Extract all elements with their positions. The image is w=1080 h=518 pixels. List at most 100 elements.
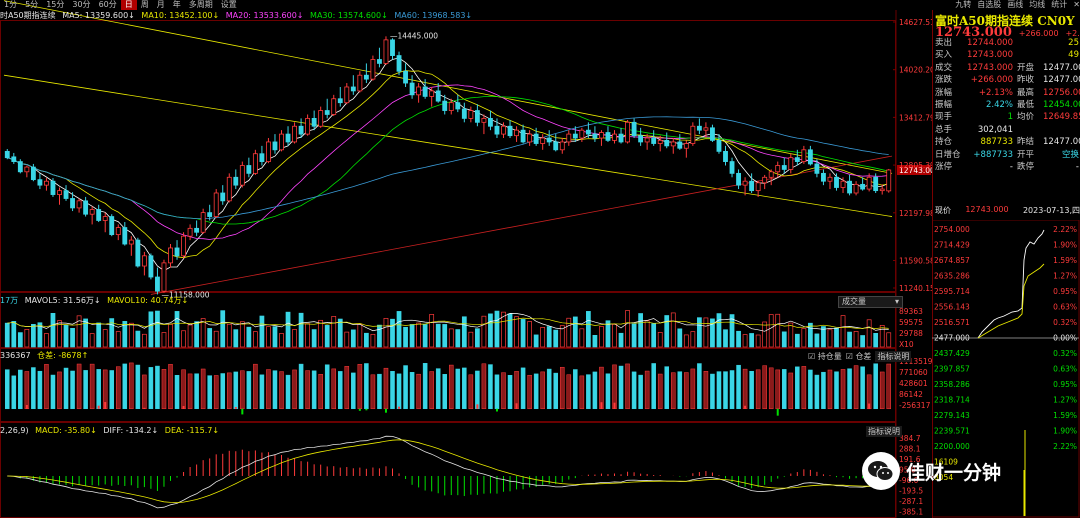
oi-change-bar bbox=[515, 403, 518, 409]
candle-body bbox=[651, 137, 657, 144]
mini-axis-right-label: 2.22% bbox=[1053, 442, 1077, 451]
volume-bar bbox=[514, 316, 519, 348]
channel-line-0 bbox=[3, 0, 893, 174]
oi-bar bbox=[755, 369, 761, 410]
volume-bar bbox=[285, 311, 291, 348]
oi-bar bbox=[207, 375, 212, 410]
volume-bar bbox=[135, 330, 141, 348]
candle-body bbox=[11, 156, 17, 162]
oi-bar bbox=[781, 369, 787, 410]
volume-bar bbox=[96, 322, 102, 348]
volume-bar bbox=[670, 312, 676, 348]
oi-bar bbox=[213, 375, 219, 410]
oi-bar bbox=[337, 371, 343, 410]
oi-change-bar bbox=[613, 402, 616, 409]
oi-bar bbox=[814, 374, 820, 410]
macd-help-link[interactable]: 指标说明 bbox=[866, 426, 902, 437]
oi-bar bbox=[873, 363, 878, 410]
volume-bar bbox=[272, 326, 278, 348]
candle-body bbox=[252, 153, 258, 174]
oi-bar bbox=[409, 372, 415, 410]
toolbar-item-1[interactable]: 自选股 bbox=[977, 0, 1001, 10]
mavol10-label: MAVOL10: 40.74万↓ bbox=[107, 296, 189, 305]
period-tab-3[interactable]: 30分 bbox=[68, 0, 94, 10]
quote-cell-k2: 开平 bbox=[1017, 149, 1035, 160]
oi-bar bbox=[442, 374, 448, 410]
volume-bar bbox=[599, 326, 604, 348]
candle-body bbox=[30, 166, 36, 181]
oi-bar bbox=[586, 374, 591, 410]
period-tab-5[interactable]: 日 bbox=[120, 0, 137, 10]
volume-bar bbox=[70, 328, 75, 348]
candle-body bbox=[677, 141, 683, 149]
oi-bar bbox=[853, 365, 859, 410]
oi-bar bbox=[148, 367, 154, 410]
volume-bar bbox=[794, 333, 800, 348]
close-icon[interactable]: ✕ bbox=[1073, 0, 1080, 10]
volume-bar bbox=[866, 319, 872, 348]
period-tab-9[interactable]: 多周期 bbox=[185, 0, 217, 10]
oi-bar bbox=[298, 363, 304, 410]
quote-row: 日增仓 +887733 开平 空换 bbox=[935, 149, 1080, 161]
volume-bar bbox=[481, 315, 487, 348]
period-tab-6[interactable]: 周 bbox=[137, 0, 153, 10]
candle-body bbox=[390, 39, 395, 56]
oi-change-checkbox[interactable]: ☑ 仓差 bbox=[846, 351, 872, 362]
oi-change-bar bbox=[476, 404, 479, 409]
period-tab-1[interactable]: 5分 bbox=[21, 0, 42, 10]
toolbar-item-2[interactable]: 画线 bbox=[1007, 0, 1023, 10]
candle-body bbox=[128, 239, 134, 245]
oi-checkbox[interactable]: ☑ 持仓量 bbox=[808, 351, 842, 362]
toolbar-item-0[interactable]: 九转 bbox=[955, 0, 971, 10]
candle-body bbox=[259, 153, 265, 162]
oi-bar bbox=[63, 367, 69, 410]
quote-cell-v: +266.000 bbox=[970, 75, 1013, 86]
chart-canvas[interactable]: —14445.000—11158.00012743.000 14627.5114… bbox=[0, 0, 932, 518]
toolbar-item-3[interactable]: 均线 bbox=[1029, 0, 1045, 10]
oi-bar bbox=[18, 369, 23, 410]
mini-date: 2023-07-13,四 bbox=[1022, 206, 1080, 215]
oi-bar bbox=[292, 369, 297, 410]
candle-body bbox=[4, 150, 10, 159]
volume-bar bbox=[161, 332, 167, 348]
candle-body bbox=[807, 149, 813, 165]
oi-change-bar bbox=[97, 405, 100, 409]
period-tab-0[interactable]: 1分 bbox=[0, 0, 21, 10]
mavol10-line bbox=[7, 317, 889, 329]
volume-bar bbox=[246, 326, 252, 348]
oi-bar bbox=[638, 374, 643, 410]
volume-bar bbox=[788, 322, 794, 348]
mini-axis-right-label: 1.90% bbox=[1053, 427, 1077, 436]
oi-bar bbox=[364, 363, 369, 410]
volume-bar bbox=[253, 331, 258, 348]
oi-bar bbox=[644, 370, 650, 410]
period-tab-8[interactable]: 年 bbox=[169, 0, 185, 10]
volume-bar bbox=[683, 334, 689, 348]
period-tab-2[interactable]: 15分 bbox=[42, 0, 68, 10]
oi-bar bbox=[840, 369, 846, 410]
indicator-selector[interactable]: 成交量 ▾ bbox=[838, 296, 903, 308]
oi-bar bbox=[187, 373, 193, 410]
oi-bar bbox=[318, 374, 323, 410]
mini-price-line bbox=[977, 229, 1045, 339]
candle-body bbox=[331, 98, 337, 115]
quote-cell-k: 振幅 bbox=[935, 99, 953, 110]
period-tab-7[interactable]: 月 bbox=[153, 0, 169, 10]
mavol5-label: MAVOL5: 31.56万↓ bbox=[24, 296, 101, 305]
quote-cell-v: +2.13% bbox=[978, 87, 1013, 98]
period-tab-10[interactable]: 设置 bbox=[217, 0, 241, 10]
oi-bar bbox=[677, 371, 683, 410]
period-tab-4[interactable]: 60分 bbox=[95, 0, 121, 10]
candle-body bbox=[520, 129, 526, 143]
oi-help-link[interactable]: 指标说明 bbox=[875, 351, 912, 362]
candle-body bbox=[220, 192, 226, 202]
toolbar-item-4[interactable]: 统计 bbox=[1051, 0, 1067, 10]
volume-bar bbox=[102, 329, 108, 348]
volume-bar bbox=[762, 321, 768, 348]
volume-bar bbox=[377, 324, 382, 348]
oi-bar bbox=[618, 365, 624, 410]
oi-bar bbox=[808, 369, 813, 410]
oi-bar bbox=[481, 363, 487, 410]
oi-bar bbox=[435, 368, 441, 410]
oi-bar bbox=[259, 374, 265, 410]
